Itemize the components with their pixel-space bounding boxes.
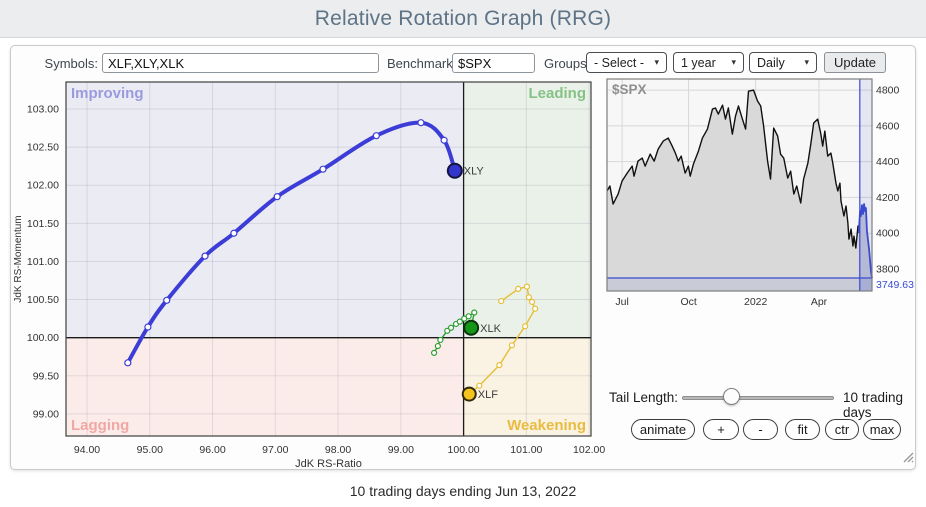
svg-text:99.50: 99.50	[33, 370, 59, 382]
ctr-button[interactable]: ctr	[825, 419, 859, 440]
svg-text:102.00: 102.00	[27, 180, 59, 192]
rrg-x-axis-title: JdK RS-Ratio	[295, 458, 362, 470]
svg-text:101.00: 101.00	[510, 444, 542, 456]
rrg-chart: Improving Leading Lagging Weakening XLY XLK XL…	[11, 46, 611, 471]
improving-quadrant-label: Improving	[71, 85, 144, 102]
spx-plot-area	[607, 79, 872, 291]
svg-text:100.00: 100.00	[27, 332, 59, 344]
tail-length-slider-track[interactable]	[682, 396, 834, 400]
symbol-dot-xlf[interactable]	[463, 388, 476, 401]
symbol-dot-xlk[interactable]	[464, 321, 478, 335]
svg-text:96.00: 96.00	[199, 444, 225, 456]
svg-text:XLF: XLF	[478, 389, 498, 401]
spx-last-price-value: 3749.63	[876, 279, 914, 291]
zoom-out-button[interactable]: -	[743, 419, 778, 440]
svg-text:4000: 4000	[876, 228, 900, 240]
titlebar: Relative Rotation Graph (RRG)	[0, 0, 926, 38]
rrg-app-window: { "header": { "title": "Relative Rotatio…	[0, 0, 926, 507]
rrg-y-axis-title: JdK RS-Momentum	[13, 215, 24, 302]
svg-text:101.50: 101.50	[27, 218, 59, 230]
svg-text:95.00: 95.00	[137, 444, 163, 456]
svg-text:97.00: 97.00	[262, 444, 288, 456]
svg-text:Oct: Oct	[680, 296, 696, 308]
lagging-quadrant-label: Lagging	[71, 417, 129, 434]
svg-text:3800: 3800	[876, 263, 900, 275]
svg-text:4600: 4600	[876, 120, 900, 132]
spx-y-tick-labels: 3800 4000 4200 4400 4600 4800	[876, 85, 900, 276]
weakening-quadrant-label: Weakening	[507, 417, 586, 434]
svg-text:Jul: Jul	[615, 296, 628, 308]
svg-text:99.00: 99.00	[388, 444, 414, 456]
svg-text:100.00: 100.00	[448, 444, 480, 456]
svg-text:98.00: 98.00	[325, 444, 351, 456]
footer-caption: 10 trading days ending Jun 13, 2022	[0, 483, 926, 499]
page-title: Relative Rotation Graph (RRG)	[315, 7, 611, 31]
svg-text:XLY: XLY	[464, 166, 485, 178]
rrg-x-tick-labels: 94.00 95.00 96.00 97.00 98.00 99.00 100.00 101.…	[74, 444, 605, 456]
symbol-dot-xly[interactable]	[448, 164, 462, 178]
rrg-y-tick-labels: 99.00 99.50 100.00 100.50 101.00 101.50 102.00…	[27, 103, 59, 420]
fit-button[interactable]: fit	[785, 419, 820, 440]
tail-length-value: 10 trading days	[843, 390, 915, 420]
svg-text:99.00: 99.00	[33, 408, 59, 420]
svg-text:103.00: 103.00	[27, 103, 59, 115]
spx-benchmark-chart: $SPX 3800 4000 4200 4400 4600 4800 3749.63 Jul Oc…	[601, 46, 917, 321]
svg-text:2022: 2022	[744, 296, 768, 308]
svg-text:4400: 4400	[876, 156, 900, 168]
svg-text:101.00: 101.00	[27, 256, 59, 268]
max-button[interactable]: max	[863, 419, 901, 440]
tail-length-label: Tail Length:	[609, 390, 678, 405]
svg-text:XLK: XLK	[480, 323, 501, 335]
svg-text:4200: 4200	[876, 192, 900, 204]
svg-text:Apr: Apr	[811, 296, 828, 308]
zoom-in-button[interactable]: +	[703, 419, 739, 440]
tail-length-slider-thumb[interactable]	[723, 388, 740, 405]
resize-handle-icon[interactable]	[901, 450, 915, 464]
svg-text:102.50: 102.50	[27, 142, 59, 154]
svg-text:100.50: 100.50	[27, 294, 59, 306]
spx-symbol-label: $SPX	[612, 82, 647, 97]
rrg-plot-area: Improving Leading Lagging Weakening XLY XLK XL…	[66, 82, 591, 436]
svg-text:4800: 4800	[876, 85, 900, 97]
rrg-panel: Symbols: Benchmark: Groups: - Select - ▾…	[10, 45, 916, 470]
leading-quadrant-label: Leading	[528, 85, 586, 102]
animate-button[interactable]: animate	[631, 419, 695, 440]
spx-x-tick-labels: Jul Oct 2022 Apr	[615, 296, 827, 308]
svg-text:94.00: 94.00	[74, 444, 100, 456]
svg-text:102.00: 102.00	[573, 444, 605, 456]
